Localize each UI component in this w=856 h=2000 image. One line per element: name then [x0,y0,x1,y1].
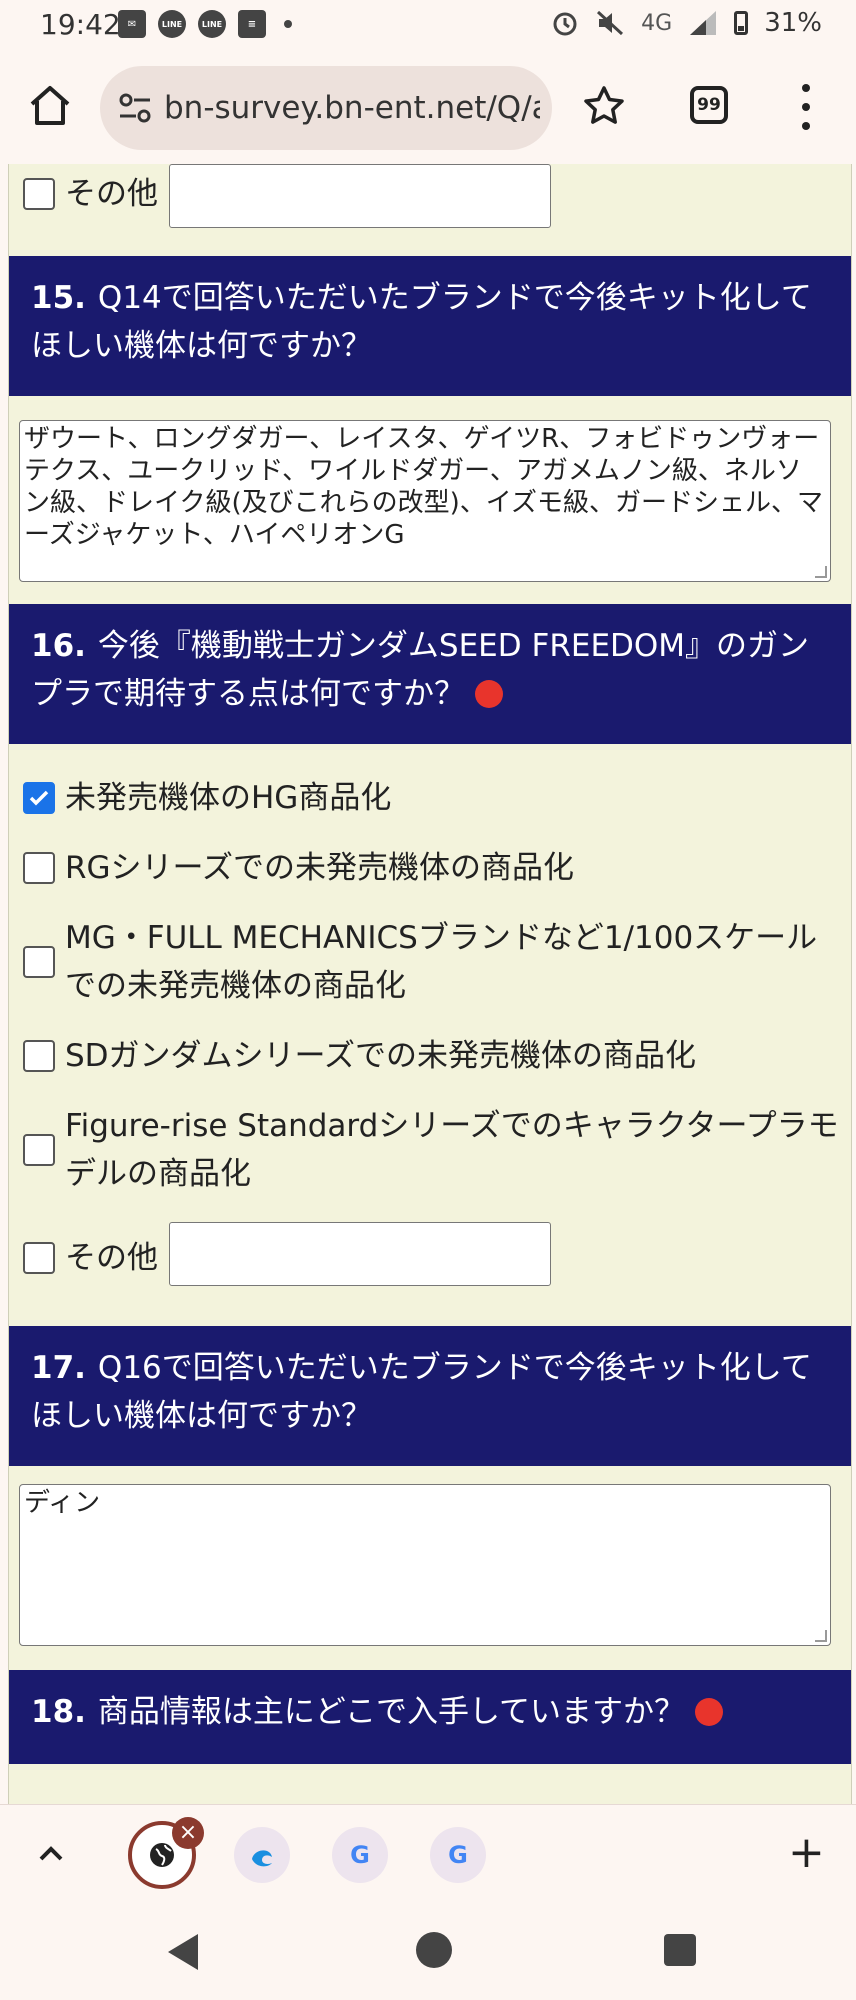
q17-answer-textarea[interactable]: ディン [19,1484,831,1646]
signal-icon [690,11,717,35]
checkbox[interactable] [23,946,55,978]
mute-icon [597,10,624,36]
question-header-18: 18. 商品情報は主にどこで入手していますか？ [9,1670,851,1764]
address-bar[interactable]: bn-survey.bn-ent.net/Q/au [100,66,552,150]
home-icon[interactable] [26,82,74,130]
line-icon: LINE [198,10,226,38]
browser-toolbar: bn-survey.bn-ent.net/Q/au 99 [0,52,856,164]
q14-other-input[interactable] [169,164,551,228]
resize-handle[interactable] [815,566,827,578]
question-text: 商品情報は主にどこで入手していますか？ [97,1694,686,1730]
option-label: その他 [65,1240,158,1276]
question-header-15: 15. Q14で回答いただいたブランドで今後キット化してほしい機体は何ですか？ [9,256,851,396]
q16-option-other[interactable]: その他 [23,1234,158,1282]
textarea-value: ディン [24,1488,101,1518]
tab[interactable] [234,1827,290,1883]
new-tab-button[interactable]: + [788,1831,825,1875]
google-icon: G [350,1841,370,1869]
q16-option-2[interactable]: RGシリーズでの未発売機体の商品化 [23,844,574,892]
tab-strip: × G G + [0,1804,856,1905]
checkbox[interactable] [23,1134,55,1166]
question-text: Q16で回答いただいたブランドで今後キット化してほしい機体は何ですか？ [31,1350,812,1434]
mail-icon: ✉ [118,10,146,38]
home-nav-icon[interactable] [416,1932,452,1968]
question-text: Q14で回答いただいたブランドで今後キット化してほしい機体は何ですか？ [31,280,812,364]
question-header-17: 17. Q16で回答いただいたブランドで今後キット化してほしい機体は何ですか？ [9,1326,851,1466]
survey-form: その他 15. Q14で回答いただいたブランドで今後キット化してほしい機体は何です… [8,164,852,1804]
notification-icons: ✉ LINE LINE ≡ [118,10,292,38]
checkbox[interactable] [23,1242,55,1274]
globe-icon [150,1843,174,1867]
close-tab-icon[interactable]: × [172,1817,204,1849]
checkbox[interactable] [23,178,55,210]
battery-icon [734,11,749,35]
option-label: 未発売機体のHG商品化 [65,780,392,816]
question-number: 16. [31,628,86,664]
site-settings-icon[interactable] [118,92,152,124]
news-icon: ≡ [238,10,266,38]
option-label: Figure-rise Standardシリーズでのキャラクタープラモデルの商品… [65,1108,839,1192]
checkbox[interactable] [23,852,55,884]
question-number: 17. [31,1350,86,1386]
tab[interactable]: G [430,1827,486,1883]
option-label: MG・FULL MECHANICSブランドなど1/100スケールでの未発売機体の… [65,920,818,1004]
url-text[interactable]: bn-survey.bn-ent.net/Q/au [164,86,540,130]
required-dot-icon [475,679,503,708]
textarea-value: ザウート、ロングダガー、レイスタ、ゲイツR、フォビドゥンヴォーテクス、ユークリッ… [24,424,823,550]
alarm-icon [553,12,577,36]
web-page: その他 15. Q14で回答いただいたブランドで今後キット化してほしい機体は何です… [0,164,856,1804]
checkbox-checked[interactable] [23,782,55,814]
system-icons: 4G 31% [551,8,822,38]
battery-level: 31% [764,8,822,38]
chevron-up-icon[interactable] [36,1839,66,1869]
q16-other-input[interactable] [169,1222,551,1286]
navigation-bar [0,1904,856,2000]
q16-option-3[interactable]: MG・FULL MECHANICSブランドなど1/100スケールでの未発売機体の… [23,914,845,1010]
edge-icon [252,1850,272,1867]
option-label: SDガンダムシリーズでの未発売機体の商品化 [65,1038,696,1074]
resize-handle[interactable] [815,1630,827,1642]
question-text: 今後『機動戦士ガンダムSEED FREEDOM』のガンプラで期待する点は何ですか… [31,628,810,712]
q16-option-4[interactable]: SDガンダムシリーズでの未発売機体の商品化 [23,1032,696,1080]
question-number: 18. [31,1694,86,1730]
network-type: 4G [641,10,673,36]
option-label: その他 [65,176,158,212]
bookmark-star-icon[interactable] [582,84,626,128]
overflow-menu-icon[interactable] [796,84,816,130]
tab-switcher-button[interactable]: 99 [690,86,728,124]
line-icon: LINE [158,10,186,38]
status-bar: 19:42 ✉ LINE LINE ≡ 4G 31% [0,0,856,52]
tab[interactable]: G [332,1827,388,1883]
recent-apps-icon[interactable] [664,1934,696,1966]
q14-option-other[interactable]: その他 [23,170,158,218]
option-label: RGシリーズでの未発売機体の商品化 [65,850,575,886]
question-header-16: 16. 今後『機動戦士ガンダムSEED FREEDOM』のガンプラで期待する点は何… [9,604,851,744]
q16-option-1[interactable]: 未発売機体のHG商品化 [23,774,391,822]
question-number: 15. [31,280,86,316]
required-dot-icon [695,1697,724,1726]
checkbox[interactable] [23,1040,55,1072]
checkmark-icon [29,790,49,806]
q16-option-5[interactable]: Figure-rise Standardシリーズでのキャラクタープラモデルの商品… [23,1102,845,1198]
back-icon[interactable] [168,1934,198,1970]
q15-answer-textarea[interactable]: ザウート、ロングダガー、レイスタ、ゲイツR、フォビドゥンヴォーテクス、ユークリッ… [19,420,831,582]
more-notifications-icon [284,20,292,28]
clock: 19:42 [40,8,121,41]
google-icon: G [448,1841,468,1869]
